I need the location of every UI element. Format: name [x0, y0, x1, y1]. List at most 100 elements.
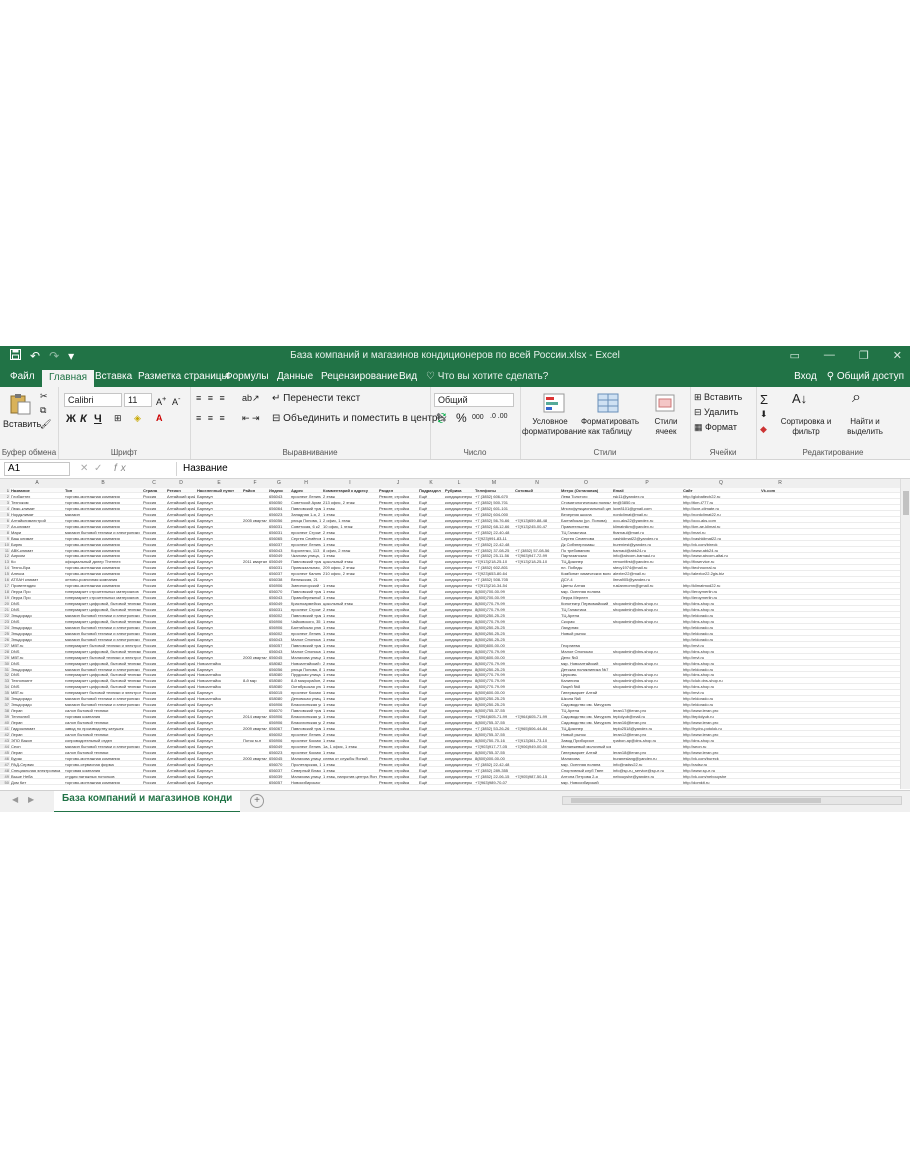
column-header[interactable]: M: [474, 480, 514, 486]
table-cell[interactable]: http://mvt.ru: [683, 655, 759, 660]
table-cell[interactable]: 8(800)250-25-25: [475, 631, 513, 636]
table-cell[interactable]: Барнаул: [197, 649, 241, 654]
table-cell[interactable]: Ремонт, стройка: [379, 536, 417, 541]
table-cell[interactable]: салон бытовой техники: [65, 732, 141, 737]
table-cell[interactable]: Россия: [143, 720, 165, 725]
table-cell[interactable]: Алтайский край: [167, 667, 195, 672]
row-number[interactable]: 24: [0, 624, 10, 631]
table-cell[interactable]: кондиционеры: [445, 661, 473, 666]
row-number[interactable]: 41: [0, 726, 10, 732]
table-cell[interactable]: Ремонт, стройка: [379, 631, 417, 636]
table-cell[interactable]: По требованию: [561, 548, 611, 553]
table-cell[interactable]: Цветы Алтая: [561, 583, 611, 588]
table-cell[interactable]: Россия: [143, 655, 165, 660]
table-cell[interactable]: проспект Строителей, 117: [291, 607, 321, 612]
table-cell[interactable]: teplolyub@mail.ru: [613, 714, 681, 719]
column-header[interactable]: I: [322, 480, 378, 486]
table-cell[interactable]: 656031: [269, 565, 289, 570]
table-cell[interactable]: торгово-монтажная компания: [65, 500, 141, 505]
horizontal-scrollbar[interactable]: [562, 796, 902, 805]
format-painter-icon[interactable]: 🖌: [40, 419, 51, 430]
column-header[interactable]: E: [196, 480, 242, 486]
table-cell[interactable]: Калинина: [561, 678, 611, 683]
table-cell[interactable]: Ремонт, стройка: [379, 559, 417, 564]
table-cell[interactable]: 656049: [269, 744, 289, 749]
table-cell[interactable]: Алтайский край: [167, 619, 195, 624]
column-title-cell[interactable]: Комментарий к адресу: [323, 488, 377, 493]
table-cell[interactable]: Ещё: [419, 536, 443, 541]
table-cell[interactable]: +7(963)989-70-07: [475, 780, 513, 785]
table-cell[interactable]: Павловский тракт, 299: [291, 559, 321, 564]
table-cell[interactable]: DNS: [11, 619, 63, 624]
table-cell[interactable]: Алтайский край: [167, 589, 195, 594]
row-number[interactable]: 15: [0, 571, 10, 577]
table-cell[interactable]: Советская, 6 к2: [291, 524, 321, 529]
table-cell[interactable]: +7(923)653-80-64: [475, 571, 513, 576]
table-cell[interactable]: DNS: [11, 601, 63, 606]
table-cell[interactable]: Церковь: [561, 672, 611, 677]
table-cell[interactable]: кондиционеры: [445, 583, 473, 588]
table-cell[interactable]: Ещё: [419, 506, 443, 511]
table-cell[interactable]: Алтайский край: [167, 762, 195, 767]
table-cell[interactable]: Ещё: [419, 524, 443, 529]
table-cell[interactable]: 656043: [269, 649, 289, 654]
table-cell[interactable]: Барнаул: [197, 530, 241, 535]
table-cell[interactable]: 658080: [269, 684, 289, 689]
table-cell[interactable]: Антона Петрова 2-я: [561, 774, 611, 779]
table-cell[interactable]: Ремонт, стройка: [379, 762, 417, 767]
table-cell[interactable]: проспект Космонавтов, 6к: [291, 738, 321, 743]
column-title-cell[interactable]: Email: [613, 488, 681, 493]
table-cell[interactable]: кондиционеры: [445, 619, 473, 624]
table-cell[interactable]: http://klimatmod22.ru: [683, 583, 759, 588]
table-cell[interactable]: 658080: [269, 696, 289, 701]
column-title-cell[interactable]: Метро (Остановка): [561, 488, 611, 493]
table-cell[interactable]: Правительство: [561, 524, 611, 529]
table-cell[interactable]: 10 офис, 1 этаж: [323, 524, 377, 529]
table-cell[interactable]: Садоводство им. Мичурина: [561, 720, 611, 725]
table-cell[interactable]: 8(800)250-25-25: [475, 696, 513, 701]
table-cell[interactable]: Россия: [143, 667, 165, 672]
table-cell[interactable]: Ещё: [419, 518, 443, 523]
table-cell[interactable]: 656045: [269, 756, 289, 761]
table-cell[interactable]: кондиционеры: [445, 565, 473, 570]
table-cell[interactable]: Ещё: [419, 595, 443, 600]
row-number[interactable]: 39: [0, 714, 10, 720]
table-cell[interactable]: Советской Армии, 171а: [291, 500, 321, 505]
underline-button[interactable]: Ч: [94, 413, 102, 425]
row-number[interactable]: 46: [0, 755, 10, 762]
column-header[interactable]: P: [612, 480, 682, 486]
table-cell[interactable]: Павловский тракт, 287: [291, 726, 321, 731]
row-number[interactable]: 33: [0, 678, 10, 684]
table-cell[interactable]: http://www.leran.pro: [683, 720, 759, 725]
table-cell[interactable]: Эльдорадо: [11, 696, 63, 701]
table-cell[interactable]: Россия: [143, 548, 165, 553]
table-cell[interactable]: магазин бытовой техники и электроники: [65, 625, 141, 630]
table-cell[interactable]: Барнаул: [197, 536, 241, 541]
row-number[interactable]: 2: [0, 493, 10, 500]
table-cell[interactable]: Алтайский край: [167, 655, 195, 660]
table-cell[interactable]: http://dns-shop.ru: [683, 684, 759, 689]
table-cell[interactable]: кондиционеры: [445, 559, 473, 564]
table-cell[interactable]: 2 этаж: [323, 530, 377, 535]
table-cell[interactable]: Алтайский край: [167, 702, 195, 707]
table-cell[interactable]: Алтайский край: [167, 607, 195, 612]
table-cell[interactable]: Россия: [143, 661, 165, 666]
table-cell[interactable]: Россия: [143, 714, 165, 719]
table-cell[interactable]: Прудская улица, 16: [291, 672, 321, 677]
table-cell[interactable]: 1 этаж: [323, 589, 377, 594]
table-cell[interactable]: кондиционеры: [445, 631, 473, 636]
table-cell[interactable]: 658080: [269, 678, 289, 683]
table-cell[interactable]: http://mvt.ru: [683, 643, 759, 648]
table-cell[interactable]: Ещё: [419, 738, 443, 743]
row-number[interactable]: 5: [0, 511, 10, 518]
table-cell[interactable]: +7(913)659-88-48: [515, 518, 559, 523]
cell-styles-icon[interactable]: [654, 393, 678, 413]
column-title-cell[interactable]: Регион: [167, 488, 195, 493]
table-cell[interactable]: Барнаул: [197, 595, 241, 600]
table-cell[interactable]: Россия: [143, 649, 165, 654]
table-cell[interactable]: Малое Олонская, 17: [291, 649, 321, 654]
table-cell[interactable]: Барнаул: [197, 589, 241, 594]
table-cell[interactable]: 8(800)770-79-99: [475, 672, 513, 677]
table-cell[interactable]: слева от службы Ясный: [323, 756, 377, 761]
table-cell[interactable]: +7(965)506-44-84: [515, 726, 559, 731]
